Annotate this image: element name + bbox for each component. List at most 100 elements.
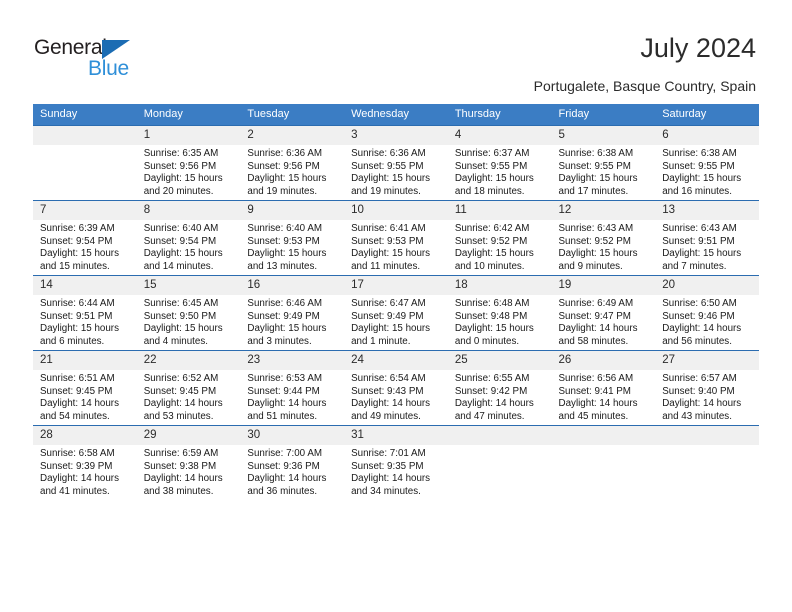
day-number: 20 <box>655 276 759 295</box>
calendar-day-cell[interactable]: 6 Sunrise: 6:38 AM Sunset: 9:55 PM Daylight… <box>655 125 759 201</box>
sunrise-text: Sunrise: 6:47 AM <box>351 298 426 309</box>
calendar-day-cell[interactable]: 4 Sunrise: 6:37 AM Sunset: 9:55 PM Daylight… <box>447 125 552 201</box>
sunrise-text: Sunrise: 7:01 AM <box>351 448 426 459</box>
day-sun-info: Sunrise: 6:45 AM Sunset: 9:50 PM Daylight:… <box>137 295 241 348</box>
daylight-text: Daylight: 15 hours and 6 minutes. <box>40 323 119 347</box>
calendar-day-cell[interactable]: 31 Sunrise: 7:01 AM Sunset: 9:35 PM Dayligh… <box>344 425 448 500</box>
calendar-day-cell[interactable]: 10 Sunrise: 6:41 AM Sunset: 9:53 PM Dayligh… <box>344 200 448 276</box>
calendar-body: 1 Sunrise: 6:35 AM Sunset: 9:56 PM Daylight… <box>33 125 759 500</box>
month-calendar-table: Sunday Monday Tuesday Wednesday Thursday… <box>33 104 759 500</box>
daylight-text: Daylight: 15 hours and 19 minutes. <box>247 173 327 197</box>
daylight-text: Daylight: 14 hours and 34 minutes. <box>351 473 431 497</box>
calendar-day-cell[interactable]: 17 Sunrise: 6:47 AM Sunset: 9:49 PM Dayligh… <box>344 275 448 351</box>
sunset-text: Sunset: 9:54 PM <box>143 235 217 247</box>
calendar-day-cell[interactable]: 13 Sunrise: 6:43 AM Sunset: 9:51 PM Dayligh… <box>655 200 759 276</box>
calendar-day-cell-empty <box>447 425 552 500</box>
daylight-text: Daylight: 14 hours and 53 minutes. <box>143 398 223 422</box>
calendar-day-cell[interactable]: 21 Sunrise: 6:51 AM Sunset: 9:45 PM Dayligh… <box>33 350 137 426</box>
sunset-text: Sunset: 9:55 PM <box>351 160 424 172</box>
sunrise-text: Sunrise: 6:51 AM <box>40 373 115 384</box>
day-sun-info: Sunrise: 6:43 AM Sunset: 9:51 PM Daylight:… <box>655 220 759 273</box>
day-number: 23 <box>240 351 345 370</box>
day-number: 13 <box>655 201 759 220</box>
calendar-day-cell[interactable]: 24 Sunrise: 6:54 AM Sunset: 9:43 PM Dayligh… <box>344 350 448 426</box>
day-number: 24 <box>344 351 448 370</box>
daylight-text: Daylight: 15 hours and 15 minutes. <box>40 248 119 272</box>
calendar-day-cell[interactable]: 14 Sunrise: 6:44 AM Sunset: 9:51 PM Dayligh… <box>33 275 137 351</box>
day-sun-info: Sunrise: 6:53 AM Sunset: 9:44 PM Daylight:… <box>240 370 344 423</box>
day-number: 16 <box>240 276 345 295</box>
calendar-page: General Blue July 2024 Portugalete, Basq… <box>0 0 792 612</box>
sunset-text: Sunset: 9:42 PM <box>454 385 528 397</box>
calendar-day-cell[interactable]: 25 Sunrise: 6:55 AM Sunset: 9:42 PM Dayligh… <box>447 350 552 426</box>
day-number: 27 <box>655 351 759 370</box>
sunset-text: Sunset: 9:55 PM <box>662 160 735 172</box>
calendar-day-cell[interactable]: 2 Sunrise: 6:36 AM Sunset: 9:56 PM Daylight… <box>240 125 345 201</box>
weekday-header-saturday: Saturday <box>655 104 759 126</box>
calendar-day-cell[interactable]: 30 Sunrise: 7:00 AM Sunset: 9:36 PM Dayligh… <box>240 425 345 500</box>
sunrise-text: Sunrise: 6:40 AM <box>247 223 323 234</box>
weekday-header-tuesday: Tuesday <box>240 104 345 126</box>
daylight-text: Daylight: 14 hours and 43 minutes. <box>662 398 742 422</box>
daylight-text: Daylight: 14 hours and 56 minutes. <box>662 323 742 347</box>
calendar-day-cell[interactable]: 27 Sunrise: 6:57 AM Sunset: 9:40 PM Dayligh… <box>655 350 759 426</box>
daylight-text: Daylight: 14 hours and 54 minutes. <box>40 398 119 422</box>
calendar-day-cell[interactable]: 28 Sunrise: 6:58 AM Sunset: 9:39 PM Dayligh… <box>33 425 137 500</box>
calendar-day-cell[interactable]: 29 Sunrise: 6:59 AM Sunset: 9:38 PM Dayligh… <box>136 425 241 500</box>
daylight-text: Daylight: 15 hours and 11 minutes. <box>351 248 431 272</box>
sunset-text: Sunset: 9:43 PM <box>351 385 424 397</box>
day-number: 29 <box>136 426 241 445</box>
sunset-text: Sunset: 9:49 PM <box>351 310 424 322</box>
daylight-text: Daylight: 14 hours and 58 minutes. <box>558 323 638 347</box>
sunrise-text: Sunrise: 6:38 AM <box>558 148 634 159</box>
day-number <box>447 426 552 445</box>
sunrise-text: Sunrise: 6:53 AM <box>247 373 323 384</box>
weekday-header-friday: Friday <box>551 104 656 126</box>
sunset-text: Sunset: 9:41 PM <box>558 385 631 397</box>
sunset-text: Sunset: 9:45 PM <box>143 385 217 397</box>
calendar-day-cell[interactable]: 19 Sunrise: 6:49 AM Sunset: 9:47 PM Dayligh… <box>551 275 656 351</box>
day-sun-info: Sunrise: 6:49 AM Sunset: 9:47 PM Daylight:… <box>552 295 656 348</box>
sunrise-text: Sunrise: 6:46 AM <box>247 298 323 309</box>
calendar-day-cell[interactable]: 1 Sunrise: 6:35 AM Sunset: 9:56 PM Daylight… <box>136 125 241 201</box>
calendar-day-cell[interactable]: 7 Sunrise: 6:39 AM Sunset: 9:54 PM Daylight… <box>33 200 137 276</box>
calendar-day-cell[interactable]: 11 Sunrise: 6:42 AM Sunset: 9:52 PM Dayligh… <box>447 200 552 276</box>
sunset-text: Sunset: 9:53 PM <box>247 235 320 247</box>
day-sun-info: Sunrise: 6:40 AM Sunset: 9:53 PM Daylight:… <box>240 220 344 273</box>
day-sun-info: Sunrise: 6:59 AM Sunset: 9:38 PM Daylight:… <box>137 445 241 498</box>
calendar-day-cell[interactable]: 5 Sunrise: 6:38 AM Sunset: 9:55 PM Daylight… <box>551 125 656 201</box>
daylight-text: Daylight: 14 hours and 38 minutes. <box>143 473 223 497</box>
sunset-text: Sunset: 9:52 PM <box>558 235 631 247</box>
sunrise-text: Sunrise: 6:55 AM <box>454 373 530 384</box>
daylight-text: Daylight: 14 hours and 36 minutes. <box>247 473 327 497</box>
daylight-text: Daylight: 14 hours and 49 minutes. <box>351 398 431 422</box>
weekday-header-wednesday: Wednesday <box>344 104 448 126</box>
calendar-day-cell[interactable]: 15 Sunrise: 6:45 AM Sunset: 9:50 PM Dayligh… <box>136 275 241 351</box>
day-sun-info: Sunrise: 6:47 AM Sunset: 9:49 PM Daylight:… <box>344 295 448 348</box>
calendar-day-cell[interactable]: 3 Sunrise: 6:36 AM Sunset: 9:55 PM Daylight… <box>344 125 448 201</box>
calendar-day-cell[interactable]: 18 Sunrise: 6:48 AM Sunset: 9:48 PM Dayligh… <box>447 275 552 351</box>
calendar-day-cell[interactable]: 12 Sunrise: 6:43 AM Sunset: 9:52 PM Dayligh… <box>551 200 656 276</box>
day-number: 28 <box>33 426 137 445</box>
sunset-text: Sunset: 9:46 PM <box>662 310 735 322</box>
calendar-day-cell[interactable]: 22 Sunrise: 6:52 AM Sunset: 9:45 PM Dayligh… <box>136 350 241 426</box>
general-blue-logo[interactable]: General Blue <box>34 36 164 86</box>
day-number: 25 <box>447 351 552 370</box>
sunset-text: Sunset: 9:44 PM <box>247 385 320 397</box>
sunset-text: Sunset: 9:45 PM <box>40 385 113 397</box>
day-number: 14 <box>33 276 137 295</box>
calendar-day-cell[interactable]: 23 Sunrise: 6:53 AM Sunset: 9:44 PM Dayligh… <box>240 350 345 426</box>
calendar-day-cell[interactable]: 9 Sunrise: 6:40 AM Sunset: 9:53 PM Daylight… <box>240 200 345 276</box>
daylight-text: Daylight: 15 hours and 1 minute. <box>351 323 431 347</box>
daylight-text: Daylight: 15 hours and 3 minutes. <box>247 323 327 347</box>
calendar-day-cell[interactable]: 16 Sunrise: 6:46 AM Sunset: 9:49 PM Dayligh… <box>240 275 345 351</box>
calendar-day-cell[interactable]: 8 Sunrise: 6:40 AM Sunset: 9:54 PM Daylight… <box>136 200 241 276</box>
weekday-header-monday: Monday <box>136 104 241 126</box>
day-number: 12 <box>551 201 656 220</box>
daylight-text: Daylight: 15 hours and 18 minutes. <box>454 173 534 197</box>
calendar-day-cell[interactable]: 26 Sunrise: 6:56 AM Sunset: 9:41 PM Dayligh… <box>551 350 656 426</box>
sunset-text: Sunset: 9:56 PM <box>247 160 320 172</box>
day-sun-info: Sunrise: 6:38 AM Sunset: 9:55 PM Daylight:… <box>552 145 656 198</box>
calendar-day-cell[interactable]: 20 Sunrise: 6:50 AM Sunset: 9:46 PM Dayligh… <box>655 275 759 351</box>
daylight-text: Daylight: 15 hours and 16 minutes. <box>662 173 742 197</box>
